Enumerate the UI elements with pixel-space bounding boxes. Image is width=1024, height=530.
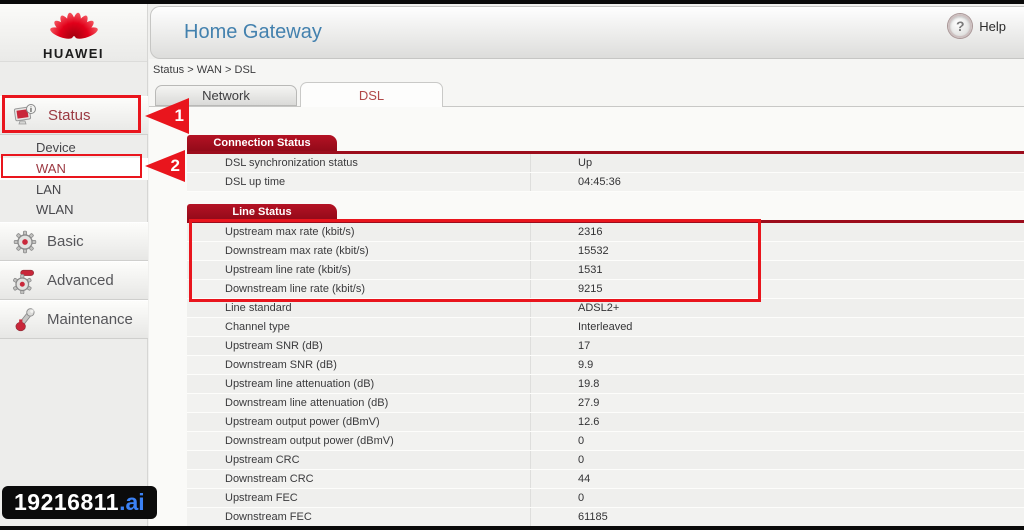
row-label: DSL up time <box>225 176 286 188</box>
gear-icon <box>13 230 37 253</box>
row-label: Downstream output power (dBmV) <box>225 435 394 447</box>
row-label: Upstream line rate (kbit/s) <box>225 264 351 276</box>
watermark-text: 19216811 <box>14 489 120 515</box>
row-value: 1531 <box>530 261 1024 279</box>
help-button[interactable]: ? Help <box>948 14 1006 38</box>
huawei-flower-icon <box>49 12 98 39</box>
top-letterbox-bar <box>0 0 1024 4</box>
table-row: Line standard ADSL2+ <box>187 299 1024 318</box>
table-row: Downstream FEC 61185 <box>187 508 1024 527</box>
row-value: 9215 <box>530 280 1024 298</box>
table-row: Downstream SNR (dB) 9.9 <box>187 356 1024 375</box>
table-row: Downstream line rate (kbit/s) 9215 <box>187 280 1024 299</box>
sidebar-item-advanced[interactable]: Advanced <box>0 261 148 300</box>
connection-status-section: Connection Status DSL synchronization st… <box>187 135 1024 192</box>
router-admin-screen: HUAWEI i Status Device WAN LAN WLAN Basi… <box>0 0 1024 530</box>
row-label: Line standard <box>225 302 292 314</box>
row-value: 15532 <box>530 242 1024 260</box>
sidebar-item-basic[interactable]: Basic <box>0 222 148 261</box>
breadcrumb[interactable]: Status > WAN > DSL <box>153 64 256 76</box>
sidebar-nav: i Status Device WAN LAN WLAN Basic Advan… <box>0 96 148 339</box>
table-row: Upstream CRC 0 <box>187 451 1024 470</box>
sidebar-item-wlan[interactable]: WLAN <box>0 200 148 220</box>
sidebar-item-status[interactable]: i Status <box>0 96 148 135</box>
table-row: Channel type Interleaved <box>187 318 1024 337</box>
wrench-icon <box>15 307 35 331</box>
row-label: Upstream max rate (kbit/s) <box>225 226 355 238</box>
row-label: Downstream max rate (kbit/s) <box>225 245 369 257</box>
sidebar-item-device[interactable]: Device <box>0 138 148 158</box>
row-label: Upstream SNR (dB) <box>225 340 323 352</box>
row-label: Downstream CRC <box>225 473 314 485</box>
row-label: Upstream line attenuation (dB) <box>225 378 375 390</box>
row-value: 0 <box>530 451 1024 469</box>
row-value: Up <box>530 154 1024 172</box>
table-row: Downstream line attenuation (dB) 27.9 <box>187 394 1024 413</box>
header: Home Gateway <box>150 6 1024 59</box>
row-value: 44 <box>530 470 1024 488</box>
status-submenu: Device WAN LAN WLAN <box>0 135 148 222</box>
help-label: Help <box>979 18 1006 34</box>
row-value: 2316 <box>530 223 1024 241</box>
sidebar-item-wan[interactable]: WAN <box>0 158 148 180</box>
row-label: DSL synchronization status <box>225 157 358 169</box>
tab-dsl[interactable]: DSL <box>300 82 443 107</box>
row-value: 0 <box>530 489 1024 507</box>
row-label: Upstream FEC <box>225 492 298 504</box>
sidebar-item-lan[interactable]: LAN <box>0 180 148 200</box>
huawei-brand-text: HUAWEI <box>43 46 104 61</box>
page-title: Home Gateway <box>184 21 322 43</box>
sidebar-item-label: Status <box>48 107 91 124</box>
row-value: 61185 <box>530 508 1024 526</box>
row-label: Downstream line attenuation (dB) <box>225 397 389 409</box>
line-status-section: Line Status Upstream max rate (kbit/s) 2… <box>187 204 1024 527</box>
row-label: Downstream SNR (dB) <box>225 359 337 371</box>
table-row: DSL up time 04:45:36 <box>187 173 1024 192</box>
row-label: Channel type <box>225 321 290 333</box>
gears-icon <box>13 269 34 294</box>
row-label: Upstream output power (dBmV) <box>225 416 380 428</box>
row-value: ADSL2+ <box>530 299 1024 317</box>
row-value: 12.6 <box>530 413 1024 431</box>
svg-text:i: i <box>30 107 32 114</box>
table-row: Downstream output power (dBmV) 0 <box>187 432 1024 451</box>
row-value: 19.8 <box>530 375 1024 393</box>
connection-status-header: Connection Status <box>187 135 337 151</box>
row-label: Downstream FEC <box>225 511 312 523</box>
row-value: 0 <box>530 432 1024 450</box>
row-value: 9.9 <box>530 356 1024 374</box>
huawei-logo: HUAWEI <box>0 4 147 62</box>
bottom-letterbox-bar <box>0 526 1024 530</box>
table-row: Upstream max rate (kbit/s) 2316 <box>187 223 1024 242</box>
sidebar-item-label: Advanced <box>47 272 114 289</box>
table-row: Downstream CRC 44 <box>187 470 1024 489</box>
row-label: Downstream line rate (kbit/s) <box>225 283 365 295</box>
tab-network[interactable]: Network <box>155 85 297 106</box>
sidebar-item-maintenance[interactable]: Maintenance <box>0 300 148 339</box>
watermark-suffix: .ai <box>119 489 145 515</box>
status-monitor-icon: i <box>13 103 36 124</box>
row-value: 04:45:36 <box>530 173 1024 191</box>
table-row: Upstream line rate (kbit/s) 1531 <box>187 261 1024 280</box>
help-question-icon: ? <box>948 14 973 38</box>
watermark-badge: 19216811 .ai <box>2 486 157 519</box>
sidebar-item-label: Maintenance <box>47 311 133 328</box>
line-status-header: Line Status <box>187 204 337 220</box>
table-row: Downstream max rate (kbit/s) 15532 <box>187 242 1024 261</box>
tabs-divider <box>149 106 1024 107</box>
row-value: Interleaved <box>530 318 1024 336</box>
table-row: Upstream SNR (dB) 17 <box>187 337 1024 356</box>
row-value: 17 <box>530 337 1024 355</box>
table-row: Upstream FEC 0 <box>187 489 1024 508</box>
row-label: Upstream CRC <box>225 454 300 466</box>
sidebar: HUAWEI i Status Device WAN LAN WLAN Basi… <box>0 4 148 526</box>
table-row: Upstream line attenuation (dB) 19.8 <box>187 375 1024 394</box>
row-value: 27.9 <box>530 394 1024 412</box>
table-row: DSL synchronization status Up <box>187 154 1024 173</box>
table-row: Upstream output power (dBmV) 12.6 <box>187 413 1024 432</box>
sidebar-item-label: Basic <box>47 233 84 250</box>
